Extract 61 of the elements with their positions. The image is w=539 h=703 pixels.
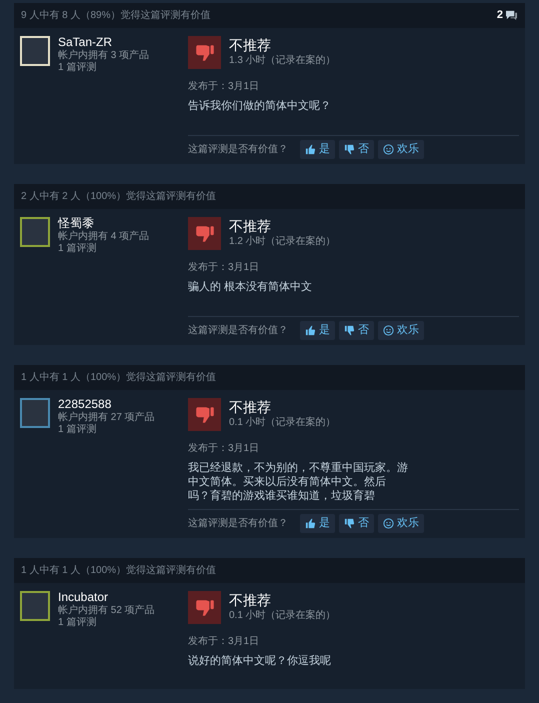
vote-button[interactable]: 否 [339, 514, 374, 533]
review-count[interactable]: 1 篇评测 [58, 62, 150, 74]
product-count[interactable]: 帐户内拥有 27 项产品 [58, 412, 155, 424]
product-count[interactable]: 帐户内拥有 52 项产品 [58, 605, 155, 617]
vote-button[interactable]: 是 [300, 514, 335, 533]
verdict-title: 不推荐 [229, 36, 272, 54]
comment-count: 2 [496, 8, 503, 24]
helpful-count: 9 人中有 8 人（89%）觉得这篇评测有价值 [21, 8, 210, 23]
posted-date: 发布于：3月1日 [188, 261, 260, 275]
helpful-count: 1 人中有 1 人（100%）觉得这篇评测有价值 [21, 370, 216, 385]
vote-button[interactable]: 欢乐 [378, 321, 424, 340]
review-count[interactable]: 1 篇评测 [58, 617, 155, 629]
smiley-icon [383, 144, 394, 155]
user-name[interactable]: Incubator [58, 590, 155, 605]
review-text: 说好的简体中文呢？你逗我呢 [188, 654, 332, 668]
playtime-text: 1.2 小时（记录在案的） [229, 235, 336, 248]
vote-button[interactable]: 欢乐 [378, 140, 424, 159]
thumbs-up-icon [305, 325, 316, 336]
smiley-icon [383, 325, 394, 336]
product-count[interactable]: 帐户内拥有 4 项产品 [58, 231, 150, 243]
playtime-text: 0.1 小时（记录在案的） [229, 609, 336, 622]
review-text: 吗？育碧的游戏谁买谁知道，垃圾育碧 [188, 489, 376, 503]
thumbs-down-icon [344, 144, 355, 155]
verdict-title: 不推荐 [229, 398, 272, 416]
thumbs-up-icon [305, 144, 316, 155]
vote-button[interactable]: 否 [339, 140, 374, 159]
helpful-prompt: 这篇评测是否有价值？ [188, 324, 288, 338]
review-count[interactable]: 1 篇评测 [58, 424, 155, 436]
review-text: 我已经退款，不为别的，不尊重中国玩家。游 [188, 461, 409, 475]
helpful-count: 1 人中有 1 人（100%）觉得这篇评测有价值 [21, 564, 216, 578]
thumbs-down-icon [188, 217, 221, 250]
thumbs-up-icon [305, 518, 316, 529]
user-name[interactable]: 怪蜀黍 [58, 216, 150, 231]
thumbs-down-icon [188, 36, 221, 69]
helpful-prompt: 这篇评测是否有价值？ [188, 142, 288, 157]
thumbs-down-icon [344, 518, 355, 529]
verdict-title: 不推荐 [229, 591, 272, 609]
posted-date: 发布于：3月1日 [188, 80, 260, 94]
review-text: 告诉我你们做的简体中文呢？ [188, 99, 332, 113]
review-text: 中文简体。买来以后没有简体中文。然后 [188, 475, 387, 489]
helpful-prompt: 这篇评测是否有价值？ [188, 516, 288, 531]
comment-icon [505, 10, 518, 21]
user-name[interactable]: 22852588 [58, 397, 155, 412]
posted-date: 发布于：3月1日 [188, 635, 260, 649]
review-count[interactable]: 1 篇评测 [58, 243, 150, 255]
verdict-title: 不推荐 [229, 217, 272, 235]
posted-date: 发布于：3月1日 [188, 442, 260, 456]
playtime-text: 0.1 小时（记录在案的） [229, 416, 336, 429]
smiley-icon [383, 518, 394, 529]
vote-button[interactable]: 欢乐 [378, 514, 424, 533]
thumbs-down-icon [188, 591, 221, 624]
product-count[interactable]: 帐户内拥有 3 项产品 [58, 50, 150, 62]
vote-button[interactable]: 否 [339, 321, 374, 340]
thumbs-down-icon [188, 398, 221, 431]
helpful-count: 2 人中有 2 人（100%）觉得这篇评测有价值 [21, 190, 216, 204]
review-text: 骗人的 根本没有简体中文 [188, 280, 314, 294]
vote-button[interactable]: 是 [300, 321, 335, 340]
playtime-text: 1.3 小时（记录在案的） [229, 54, 336, 67]
vote-button[interactable]: 是 [300, 140, 335, 159]
user-name[interactable]: SaTan-ZR [58, 35, 150, 50]
thumbs-down-icon [344, 325, 355, 336]
